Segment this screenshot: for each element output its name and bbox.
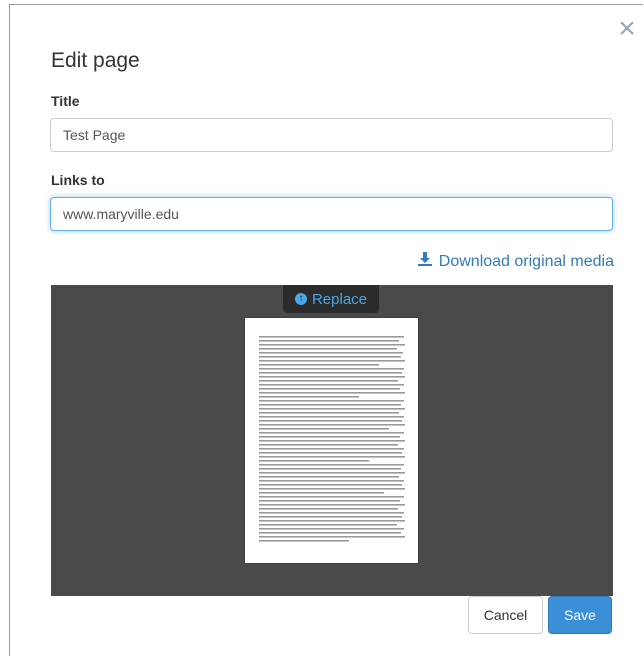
title-label: Title [51,93,80,109]
links-to-input[interactable] [50,197,613,231]
replace-button[interactable]: ↑ Replace [283,285,379,313]
document-thumbnail [245,318,418,563]
dialog-title: Edit page [51,49,140,72]
close-icon[interactable]: × [614,14,640,44]
upload-arrow-icon: ↑ [294,293,307,305]
document-text-lines [259,336,405,542]
save-button[interactable]: Save [548,596,612,634]
cancel-button[interactable]: Cancel [468,596,543,634]
links-to-label: Links to [51,172,105,188]
replace-label: Replace [311,290,368,308]
download-icon [417,251,433,272]
download-label: Download original media [438,252,614,270]
title-input[interactable] [50,118,613,152]
media-preview: ↑ Replace [51,285,613,596]
download-original-media-link[interactable]: Download original media [417,251,614,272]
